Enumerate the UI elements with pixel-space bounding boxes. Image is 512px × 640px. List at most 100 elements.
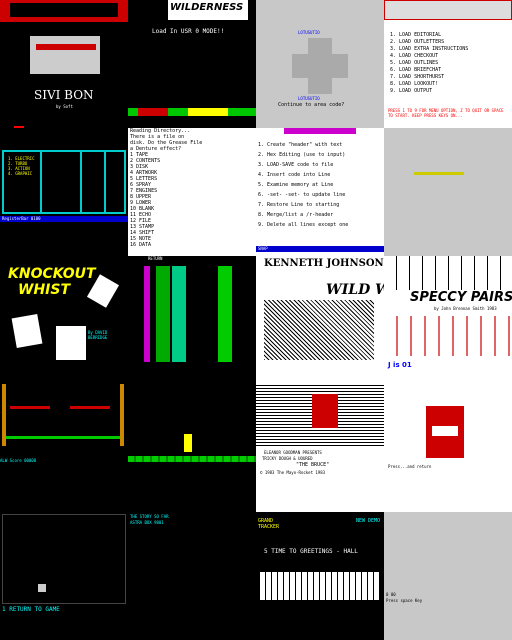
red-panel — [312, 394, 338, 428]
wall-right — [120, 384, 124, 446]
tile-red-box: Press...and return — [384, 384, 512, 512]
tile-the-bruce: ELEANOR GOODMAN PRESENTS TRICKY DOUGH & … — [256, 384, 384, 512]
status-text[interactable]: 1 RETURN TO GAME — [2, 606, 60, 614]
menu-item[interactable]: 7. LOAD SHORTHURST — [390, 74, 468, 81]
menu-item[interactable]: 4. Insert code into Line — [258, 170, 348, 180]
grid-col-3 — [104, 150, 106, 214]
byline: by Soft — [56, 104, 73, 109]
platform-3 — [6, 436, 120, 439]
menu-item[interactable]: 2. LOAD OUTLETTERS — [390, 39, 468, 46]
play-area — [2, 514, 126, 604]
illustration — [264, 300, 374, 360]
menu-item[interactable]: 3. LOAD EXTRA INSTRUCTIONS — [390, 46, 468, 53]
line-2: ASTRA BOX 9801 — [130, 520, 164, 525]
banner: 5 TIME TO GREETINGS - HALL — [264, 548, 358, 555]
tile-piano-demo: GRAND TRACKER NEW DEMO 5 TIME TO GREETIN… — [256, 512, 384, 640]
tile-knockout-whist: KNOCKOUT WHIST By DAVID BERRIDGE — [0, 256, 128, 384]
tile-grey-end: 0 00 Press space Key — [384, 512, 512, 640]
menu-item[interactable]: 1. LOAD EDITORIAL — [390, 32, 468, 39]
ship — [38, 584, 46, 592]
status-text: ALW Score 00000 — [0, 458, 37, 463]
menu-item[interactable]: 5. Examine memory at Line — [258, 180, 348, 190]
top-banner-inner — [10, 3, 118, 17]
board-horizontal — [292, 54, 348, 78]
author: KENNETH JOHNSON — [264, 258, 384, 269]
column-2 — [172, 266, 186, 362]
load-text: Load In USR 0 MODE!! — [152, 28, 225, 35]
tile-load-menu: 1. LOAD EDITORIAL 2. LOAD OUTLETTERS 3. … — [384, 0, 512, 128]
tile-wild-west: KENNETH JOHNSON WILD WEST — [256, 256, 384, 384]
ground-red — [138, 108, 168, 116]
tile-ground — [128, 384, 256, 512]
prompt: Continue to area code? — [278, 102, 345, 108]
menu-item[interactable]: 8. Merge/list a /r-header — [258, 210, 348, 220]
menu-item[interactable]: 9. Delete all lines except one — [258, 220, 348, 230]
status-text: RETURN — [148, 256, 163, 261]
column-3 — [218, 266, 232, 362]
menu-list: 1. Create "header" with text 2. Hex Edit… — [258, 140, 348, 230]
column-1 — [156, 266, 170, 362]
platform-2 — [70, 406, 110, 409]
prompt: Press...and return — [388, 464, 432, 469]
title: WILD WEST — [326, 282, 384, 298]
caption-1: ELEANOR GOODMAN PRESENTS — [264, 450, 322, 455]
magenta-bar — [284, 128, 356, 134]
menu-item[interactable]: 6. LOAD BRIEFCHAT — [390, 67, 468, 74]
directory-list: There is a file on disk. Do the Grease F… — [130, 134, 202, 248]
caption-2: TRICKY DOUGH & UOURED — [262, 456, 313, 461]
title-line-1: KNOCKOUT — [8, 266, 96, 282]
tile-story: THE STORY SO FAR ASTRA BOX 9801 — [128, 512, 256, 640]
grid-col-1 — [40, 150, 42, 214]
tile-grey — [384, 128, 512, 256]
menu-item[interactable]: 8. LOAD LOOKOUT! — [390, 81, 468, 88]
menu-item[interactable]: 9. LOAD OUTPUT — [390, 88, 468, 95]
item-list: 1. ELECTRIC 2. TURBO 3. ACTION 4. GRAPHI… — [8, 156, 35, 176]
byline: By DAVID BERRIDGE — [88, 330, 108, 340]
red-box-label — [432, 426, 458, 436]
tile-code-menu: 1. Create "header" with text 2. Hex Edit… — [256, 128, 384, 256]
line-1: THE STORY SO FAR — [130, 514, 169, 519]
menu-item[interactable]: 4. LOAD CHECKOUT — [390, 53, 468, 60]
piano-keys — [260, 572, 380, 600]
list-item: 16 DATA — [130, 242, 152, 248]
menu-item[interactable]: 6. -set- -set- to update line — [258, 190, 348, 200]
score: J is 01 — [388, 361, 412, 369]
status-bar — [256, 246, 384, 252]
player — [184, 434, 192, 452]
card-spread-top — [384, 256, 512, 290]
label-top: LOTUSUTIO — [298, 30, 320, 35]
top-frame — [384, 0, 512, 20]
title: SIVI BON — [34, 88, 94, 102]
yellow-mark — [414, 172, 464, 175]
caption-4: © 1983 The Mayo-Rocket 1983 — [260, 470, 326, 475]
line-2: Press space Key — [386, 598, 423, 603]
menu-list: 1. LOAD EDITORIAL 2. LOAD OUTLETTERS 3. … — [390, 32, 468, 95]
card-spread-bottom — [384, 316, 512, 356]
picture — [30, 36, 100, 74]
top-left: GRAND TRACKER — [258, 518, 280, 530]
menu-item[interactable]: 3. LOAD-SAVE code to file — [258, 160, 348, 170]
tile-sivi-bon: SIVI BON by Soft — [0, 0, 128, 128]
tile-platform-game: ALW Score 00000 — [0, 384, 128, 512]
top-right: NEW DEMO — [356, 518, 381, 524]
list-item: 4. GRAPHIC — [8, 171, 33, 176]
byline: by John Brennan Smith 1983 — [434, 306, 497, 311]
status-text: SNAP — [258, 246, 268, 251]
note: PRESS 1 TO 9 FOR MENU OPTION, Z TO QUIT … — [388, 108, 504, 118]
title: SPECCY PAIRS — [410, 290, 512, 305]
tile-speccy-pairs: SPECCY PAIRS by John Brennan Smith 1983 … — [384, 256, 512, 384]
menu-item[interactable]: 2. Hex Editing (use to input) — [258, 150, 348, 160]
menu-item[interactable]: 7. Restore Line to starting — [258, 200, 348, 210]
screenshot-grid: SIVI BON by Soft WILDERNESS Load In USR … — [0, 0, 512, 640]
tile-columns: RETURN — [128, 256, 256, 384]
status-text: RegisterBar 0100 — [2, 216, 41, 221]
line-1: 0 00 — [386, 592, 396, 597]
left-strip — [144, 266, 150, 362]
grid-col-2 — [80, 150, 82, 214]
title-line-2: WHIST — [18, 282, 71, 298]
menu-item[interactable]: 1. Create "header" with text — [258, 140, 348, 150]
ground — [128, 456, 256, 462]
tile-space-game: 1 RETURN TO GAME — [0, 512, 128, 640]
menu-item[interactable]: 5. LOAD OUTLINES — [390, 60, 468, 67]
picture-roof — [36, 44, 96, 50]
